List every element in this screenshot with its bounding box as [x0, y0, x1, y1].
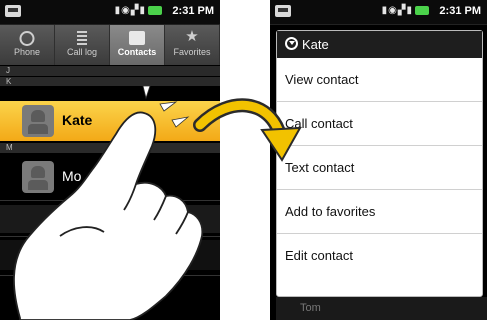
section-header: M	[0, 143, 220, 153]
contact-row[interactable]	[0, 205, 220, 233]
divider	[0, 200, 220, 201]
contact-row[interactable]: Mo	[0, 157, 220, 197]
tab-label: Phone	[13, 47, 41, 57]
usb-icon	[275, 5, 291, 17]
tab-phone[interactable]: Phone	[0, 25, 55, 65]
contact-name: Kate	[62, 112, 93, 128]
avatar	[22, 105, 54, 137]
contact-name: Mo	[62, 168, 82, 184]
contact-row-kate[interactable]: Kate	[0, 101, 220, 141]
star-icon: ★	[185, 28, 199, 45]
divider	[0, 236, 220, 237]
tab-bar: Phone Call log Contacts ★ Favorites	[0, 25, 220, 65]
menu-item-view-contact[interactable]: View contact	[277, 58, 482, 102]
section-header: K	[0, 77, 220, 86]
list-item-behind-menu: Tom	[276, 297, 487, 320]
chevron-down-icon	[285, 37, 298, 50]
tab-label: Call log	[66, 47, 97, 57]
menu-title-text: Kate	[302, 37, 329, 52]
contacts-icon	[129, 31, 145, 45]
context-menu: Kate View contact Call contact Text cont…	[276, 30, 483, 297]
status-icons: ▮◉▞▮	[115, 5, 162, 16]
context-menu-screen: ▮◉▞▮ 2:31 PM Kate View contact Call cont…	[270, 0, 487, 320]
call-log-icon	[77, 31, 87, 45]
tab-call-log[interactable]: Call log	[55, 25, 110, 65]
tab-contacts[interactable]: Contacts	[110, 25, 165, 65]
battery-icon	[415, 5, 429, 15]
usb-icon	[5, 5, 21, 17]
phone-icon	[19, 31, 35, 46]
status-bar: ▮◉▞▮ 2:31 PM	[270, 0, 487, 25]
clock: 2:31 PM	[172, 5, 214, 17]
section-header: J	[0, 66, 220, 76]
tab-favorites[interactable]: ★ Favorites	[165, 25, 220, 65]
menu-item-call-contact[interactable]: Call contact	[277, 102, 482, 146]
avatar	[22, 161, 54, 193]
menu-item-add-to-favorites[interactable]: Add to favorites	[277, 190, 482, 234]
clock: 2:31 PM	[439, 5, 481, 17]
divider	[0, 275, 220, 276]
contact-row[interactable]	[0, 240, 220, 270]
status-bar: ▮◉▞▮ 2:31 PM	[0, 0, 220, 25]
contacts-screen: ▮◉▞▮ 2:31 PM Phone Call log Contacts ★ F…	[0, 0, 220, 320]
battery-icon	[148, 5, 162, 15]
tab-label: Contacts	[117, 47, 157, 57]
menu-item-edit-contact[interactable]: Edit contact	[277, 234, 482, 278]
menu-item-text-contact[interactable]: Text contact	[277, 146, 482, 190]
menu-title: Kate	[277, 31, 482, 58]
tab-label: Favorites	[173, 47, 211, 57]
status-icons: ▮◉▞▮	[382, 5, 429, 16]
